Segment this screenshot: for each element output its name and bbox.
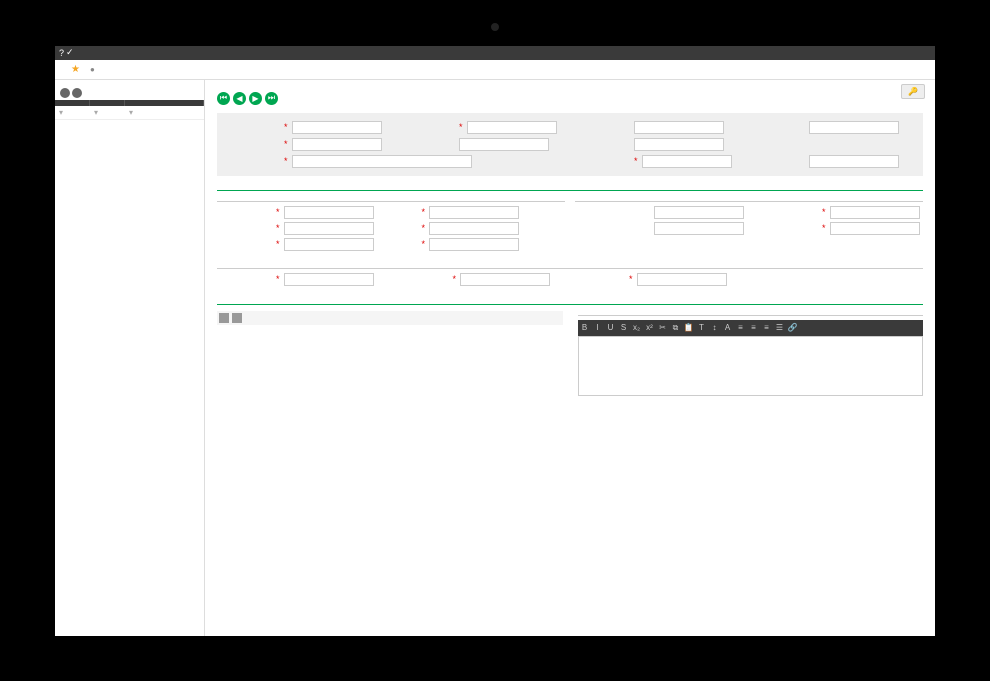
underline-icon[interactable]: U: [606, 323, 616, 332]
camera-dot: [491, 23, 499, 31]
forecast-type-input[interactable]: [809, 121, 899, 134]
pay-terms-input[interactable]: [830, 206, 920, 219]
align-right-icon[interactable]: ≡: [762, 323, 772, 332]
periodic-input[interactable]: [809, 155, 899, 168]
comment-editor[interactable]: [578, 336, 924, 396]
customer-admin-button[interactable]: 🔑: [901, 84, 925, 99]
bp-input[interactable]: [284, 206, 374, 219]
sidebar-toolbar: [55, 86, 204, 100]
forecast-date-input[interactable]: [654, 222, 744, 235]
cut-icon[interactable]: ✂: [658, 323, 668, 332]
amount-input[interactable]: [284, 238, 374, 251]
italic-icon[interactable]: I: [593, 323, 603, 332]
copy-icon[interactable]: ⧉: [671, 323, 681, 333]
doc-date-input[interactable]: [642, 155, 732, 168]
control-input[interactable]: [429, 206, 519, 219]
sidebar-tool-icon[interactable]: [72, 88, 82, 98]
comment-panel: BIUSx₂x²✂⧉📋T↕A≡≡≡☰🔗: [578, 311, 924, 396]
pay-method-input[interactable]: [830, 222, 920, 235]
sub-icon[interactable]: x₂: [632, 323, 642, 332]
line-input[interactable]: [459, 138, 549, 151]
rte-toolbar: BIUSx₂x²✂⧉📋T↕A≡≡≡☰🔗: [578, 320, 924, 336]
filter-icon[interactable]: ▾: [90, 106, 125, 119]
comment-title: [578, 311, 924, 316]
size-icon[interactable]: ↕: [710, 323, 720, 332]
sign-input[interactable]: [634, 138, 724, 151]
acc-date-input[interactable]: [654, 206, 744, 219]
open-items-table-wrap: [217, 311, 563, 396]
left-list-panel: ▾ ▾ ▾: [55, 80, 205, 636]
header-panel: * * * * *: [217, 113, 923, 176]
check-icon[interactable]: ✓: [66, 47, 74, 58]
bp-data-title: [217, 197, 565, 202]
sidebar-rows[interactable]: [55, 120, 204, 636]
company-input[interactable]: [292, 121, 382, 134]
nav-last-icon[interactable]: ⏭: [265, 92, 278, 105]
filter-icon[interactable]: ▾: [125, 106, 204, 119]
help-icon[interactable]: ?: [59, 48, 64, 58]
sup-icon[interactable]: x²: [645, 323, 655, 332]
nav-first-icon[interactable]: ⏮: [217, 92, 230, 105]
nav-next-icon[interactable]: ▶: [249, 92, 262, 105]
main-navbar: ★ ●: [55, 60, 935, 80]
rate-type-input[interactable]: [429, 238, 519, 251]
sidebar-tool-icon[interactable]: [60, 88, 70, 98]
system-topbar: ? ✓: [55, 46, 935, 60]
increment-input[interactable]: [460, 273, 550, 286]
link-icon[interactable]: 🔗: [788, 323, 798, 332]
periodicity-input[interactable]: [284, 273, 374, 286]
align-left-icon[interactable]: ≡: [736, 323, 746, 332]
favorite-icon[interactable]: ★: [71, 64, 80, 75]
record-nav: ⏮ ◀ ▶ ⏭: [217, 92, 923, 105]
currency-input[interactable]: [429, 222, 519, 235]
status-input[interactable]: [634, 121, 724, 134]
description-input[interactable]: [292, 155, 472, 168]
font-icon[interactable]: T: [697, 323, 707, 332]
site-input[interactable]: [467, 121, 557, 134]
end-date-input[interactable]: [637, 273, 727, 286]
open-items-title: [217, 300, 923, 305]
filter-icon[interactable]: ▾: [55, 106, 90, 119]
color-icon[interactable]: A: [723, 323, 733, 332]
nav-dot[interactable]: ●: [90, 65, 95, 74]
paste-icon[interactable]: 📋: [684, 323, 694, 332]
data-section-title: [217, 186, 923, 191]
document-input[interactable]: [292, 138, 382, 151]
content-area: 🔑 ⏮ ◀ ▶ ⏭ * * * * *: [205, 80, 935, 636]
accounting-data-title: [575, 197, 923, 202]
strike-icon[interactable]: S: [619, 323, 629, 332]
align-center-icon[interactable]: ≡: [749, 323, 759, 332]
frequency-title: [217, 264, 923, 269]
search-icon[interactable]: [232, 313, 242, 323]
table-toolbar: [217, 311, 563, 325]
bold-icon[interactable]: B: [580, 323, 590, 332]
sidebar-filter-row: ▾ ▾ ▾: [55, 106, 204, 120]
nav-prev-icon[interactable]: ◀: [233, 92, 246, 105]
list-icon[interactable]: ☰: [775, 323, 785, 332]
bank-input[interactable]: [284, 222, 374, 235]
table-tool-icon[interactable]: [219, 313, 229, 323]
